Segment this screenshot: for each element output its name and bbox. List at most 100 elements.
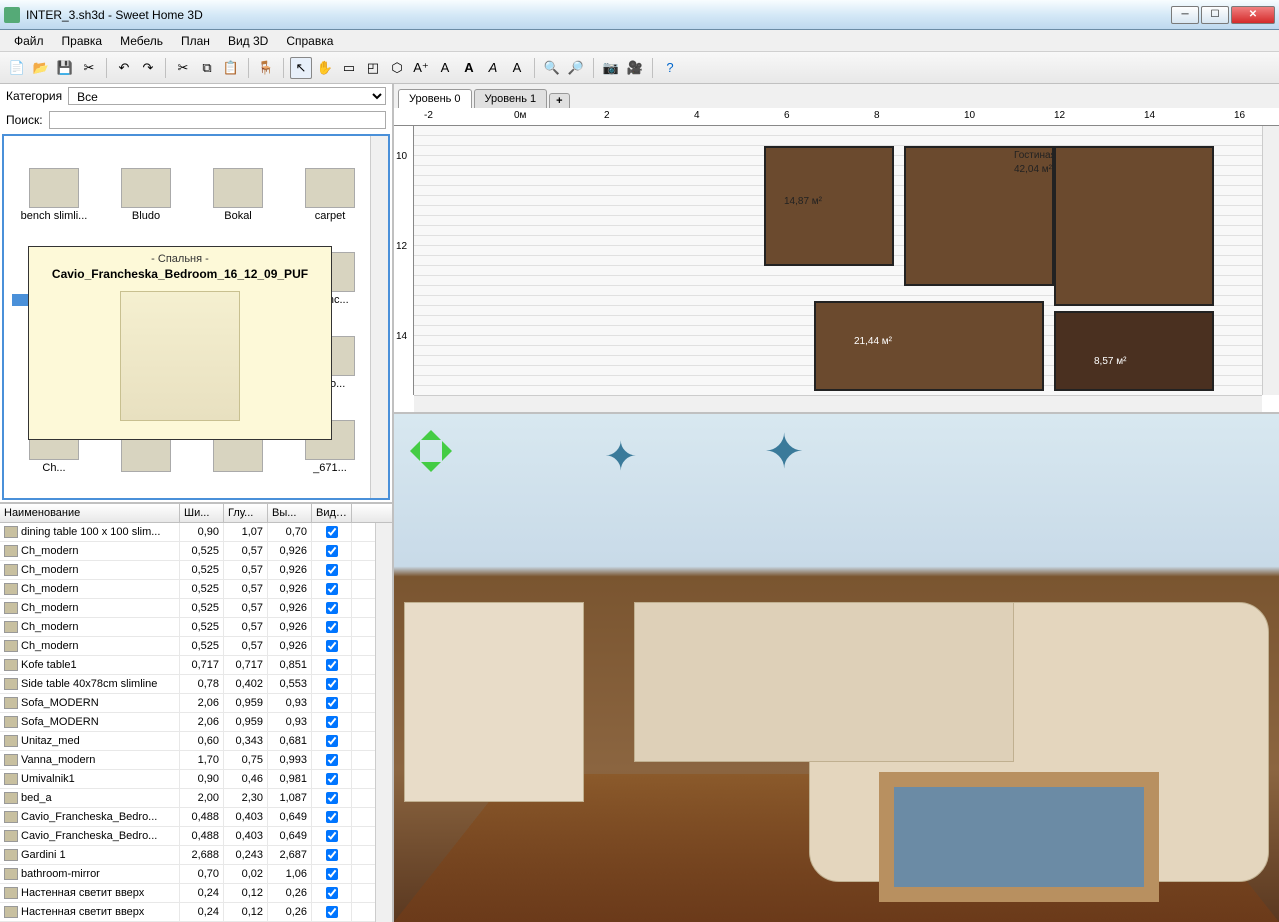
row-visible-checkbox[interactable] <box>326 621 338 633</box>
category-select[interactable]: Все <box>68 87 386 105</box>
col-height[interactable]: Вы... <box>268 504 312 522</box>
create-polyline-icon[interactable]: ⬡ <box>386 57 408 79</box>
arrow-down-icon[interactable] <box>421 462 441 482</box>
plan-canvas[interactable]: 14,87 м² Гостиная 42,04 м² 21,44 м² 8,57… <box>414 126 1262 395</box>
col-name[interactable]: Наименование <box>0 504 180 522</box>
table-row[interactable]: bathroom-mirror0,700,021,06 <box>0 865 392 884</box>
row-visible-checkbox[interactable] <box>326 716 338 728</box>
tab-level-0[interactable]: Уровень 0 <box>398 89 472 108</box>
menu-file[interactable]: Файл <box>6 32 52 50</box>
row-visible-checkbox[interactable] <box>326 849 338 861</box>
plan-area[interactable]: -20м246810121416 101214 14,87 м² Гостина… <box>394 108 1279 412</box>
copy-icon[interactable]: ⧉ <box>196 57 218 79</box>
row-visible-checkbox[interactable] <box>326 640 338 652</box>
maximize-button[interactable]: ☐ <box>1201 6 1229 24</box>
table-row[interactable]: Unitaz_med0,600,3430,681 <box>0 732 392 751</box>
row-visible-checkbox[interactable] <box>326 773 338 785</box>
select-icon[interactable]: ↖ <box>290 57 312 79</box>
catalog-item[interactable]: bench slimli... <box>10 142 98 222</box>
row-visible-checkbox[interactable] <box>326 678 338 690</box>
row-visible-checkbox[interactable] <box>326 887 338 899</box>
row-visible-checkbox[interactable] <box>326 583 338 595</box>
col-depth[interactable]: Глу... <box>224 504 268 522</box>
text-size-icon[interactable]: A <box>506 57 528 79</box>
text-bold-icon[interactable]: A <box>458 57 480 79</box>
menu-view3d[interactable]: Вид 3D <box>220 32 276 50</box>
catalog-item[interactable]: carpet <box>286 142 374 222</box>
catalog-item[interactable]: Bludo <box>102 142 190 222</box>
table-row[interactable]: Cavio_Francheska_Bedro...0,4880,4030,649 <box>0 808 392 827</box>
view-3d[interactable]: ✦ ✦ <box>394 414 1279 922</box>
menu-edit[interactable]: Правка <box>54 32 111 50</box>
pan-icon[interactable]: ✋ <box>314 57 336 79</box>
paste-icon[interactable]: 📋 <box>220 57 242 79</box>
help-icon[interactable]: ? <box>659 57 681 79</box>
navigation-compass[interactable] <box>404 424 458 478</box>
table-row[interactable]: Ch_modern0,5250,570,926 <box>0 637 392 656</box>
catalog-item[interactable]: Bokal <box>194 142 282 222</box>
row-visible-checkbox[interactable] <box>326 564 338 576</box>
table-row[interactable]: Настенная светит вверх0,240,120,26 <box>0 884 392 903</box>
search-input[interactable] <box>49 111 386 129</box>
new-file-icon[interactable]: 📄 <box>6 57 28 79</box>
preferences-icon[interactable]: ✂ <box>78 57 100 79</box>
add-furniture-icon[interactable]: 🪑 <box>255 57 277 79</box>
row-visible-checkbox[interactable] <box>326 906 338 918</box>
create-room-icon[interactable]: ◰ <box>362 57 384 79</box>
open-icon[interactable]: 📂 <box>30 57 52 79</box>
minimize-button[interactable]: ─ <box>1171 6 1199 24</box>
table-row[interactable]: Side table 40x78cm slimline0,780,4020,55… <box>0 675 392 694</box>
zoom-in-icon[interactable]: 🔍 <box>541 57 563 79</box>
menu-help[interactable]: Справка <box>278 32 341 50</box>
table-row[interactable]: Cavio_Francheska_Bedro...0,4880,4030,649 <box>0 827 392 846</box>
create-wall-icon[interactable]: ▭ <box>338 57 360 79</box>
row-visible-checkbox[interactable] <box>326 602 338 614</box>
row-visible-checkbox[interactable] <box>326 830 338 842</box>
row-visible-checkbox[interactable] <box>326 754 338 766</box>
table-row[interactable]: Umivalnik10,900,460,981 <box>0 770 392 789</box>
video-icon[interactable]: 🎥 <box>624 57 646 79</box>
table-row[interactable]: dining table 100 x 100 slim...0,901,070,… <box>0 523 392 542</box>
cut-icon[interactable]: ✂ <box>172 57 194 79</box>
plan-v-scrollbar[interactable] <box>1262 126 1279 395</box>
table-row[interactable]: Ch_modern0,5250,570,926 <box>0 599 392 618</box>
undo-icon[interactable]: ↶ <box>113 57 135 79</box>
menu-furniture[interactable]: Мебель <box>112 32 171 50</box>
table-row[interactable]: Ch_modern0,5250,570,926 <box>0 580 392 599</box>
table-scrollbar[interactable] <box>375 523 392 922</box>
arrow-up-icon[interactable] <box>421 420 441 440</box>
menu-plan[interactable]: План <box>173 32 218 50</box>
row-visible-checkbox[interactable] <box>326 735 338 747</box>
close-button[interactable]: ✕ <box>1231 6 1275 24</box>
tab-level-1[interactable]: Уровень 1 <box>474 89 548 108</box>
redo-icon[interactable]: ↷ <box>137 57 159 79</box>
row-visible-checkbox[interactable] <box>326 659 338 671</box>
arrow-left-icon[interactable] <box>400 441 420 461</box>
table-row[interactable]: Настенная светит вверх0,240,120,26 <box>0 903 392 922</box>
table-row[interactable]: Vanna_modern1,700,750,993 <box>0 751 392 770</box>
row-visible-checkbox[interactable] <box>326 868 338 880</box>
tab-add-level[interactable]: + <box>549 93 569 108</box>
row-visible-checkbox[interactable] <box>326 526 338 538</box>
create-dimension-icon[interactable]: A⁺ <box>410 57 432 79</box>
plan-h-scrollbar[interactable] <box>414 395 1262 412</box>
create-text-icon[interactable]: A <box>434 57 456 79</box>
catalog-scrollbar[interactable] <box>370 136 388 498</box>
zoom-out-icon[interactable]: 🔎 <box>565 57 587 79</box>
table-row[interactable]: bed_a2,002,301,087 <box>0 789 392 808</box>
save-icon[interactable]: 💾 <box>54 57 76 79</box>
col-visible[interactable]: Види... <box>312 504 352 522</box>
table-row[interactable]: Gardini 12,6880,2432,687 <box>0 846 392 865</box>
table-row[interactable]: Kofe table10,7170,7170,851 <box>0 656 392 675</box>
photo-icon[interactable]: 📷 <box>600 57 622 79</box>
table-row[interactable]: Ch_modern0,5250,570,926 <box>0 542 392 561</box>
text-italic-icon[interactable]: A <box>482 57 504 79</box>
row-visible-checkbox[interactable] <box>326 792 338 804</box>
arrow-right-icon[interactable] <box>442 441 462 461</box>
table-row[interactable]: Sofa_MODERN2,060,9590,93 <box>0 694 392 713</box>
table-row[interactable]: Sofa_MODERN2,060,9590,93 <box>0 713 392 732</box>
table-row[interactable]: Ch_modern0,5250,570,926 <box>0 618 392 637</box>
row-visible-checkbox[interactable] <box>326 811 338 823</box>
table-row[interactable]: Ch_modern0,5250,570,926 <box>0 561 392 580</box>
row-visible-checkbox[interactable] <box>326 545 338 557</box>
